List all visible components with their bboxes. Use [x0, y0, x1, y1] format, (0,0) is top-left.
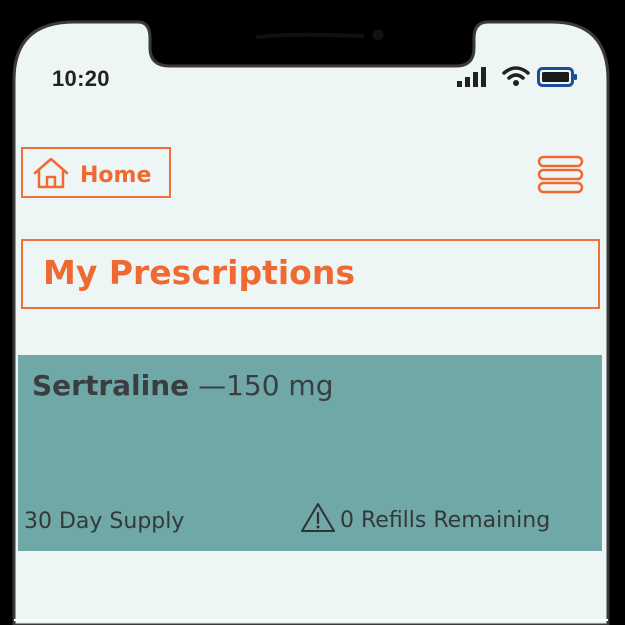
refills-remaining: 0 Refills Remaining	[340, 507, 551, 533]
wifi-icon	[502, 66, 530, 86]
warning-icon	[301, 503, 335, 532]
speaker-grille	[256, 32, 364, 39]
front-camera	[372, 29, 384, 41]
home-label: Home	[80, 163, 152, 188]
prescription-name: Sertraline —150 mg	[32, 369, 333, 402]
home-icon	[33, 157, 69, 188]
prescription-card[interactable]: Sertraline —150 mg 30 Day Supply 0 Refil…	[18, 355, 602, 551]
hamburger-menu-icon[interactable]	[536, 154, 586, 196]
home-button[interactable]: Home	[21, 147, 171, 198]
drug-name: Sertraline	[32, 369, 190, 402]
supply-label: 30 Day Supply	[24, 509, 185, 534]
page-title-box: My Prescriptions	[21, 239, 600, 309]
refills-status: 0 Refills Remaining	[300, 501, 550, 533]
name-dose-separator: —	[189, 369, 227, 402]
status-time: 10:20	[52, 66, 110, 91]
phone-mockup: 10:20 Home My Prescriptions Sertraline —…	[0, 0, 625, 625]
cellular-signal-icon	[457, 67, 486, 87]
battery-icon	[537, 67, 577, 87]
drug-dose: 150 mg	[226, 369, 334, 402]
page-title: My Prescriptions	[43, 253, 355, 292]
